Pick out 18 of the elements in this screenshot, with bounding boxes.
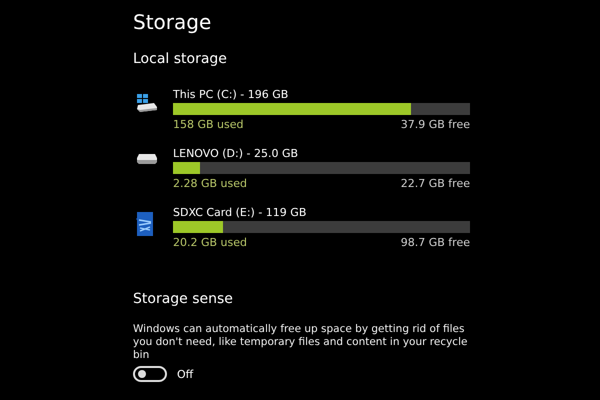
drive-name[interactable]: SDXC Card (E:) - 119 GB — [173, 206, 306, 220]
page-title: Storage — [133, 9, 212, 36]
section-heading: Local storage — [133, 50, 228, 69]
description-text: Windows can automatically free up space by getting rid of files you don't need, like temporary files and content in your recycle bin — [133, 323, 468, 362]
sd-card-icon[interactable] — [136, 212, 154, 236]
used-space: 2.28 GB used — [173, 176, 248, 192]
used-space: 20.2 GB used — [173, 235, 248, 251]
drive-icon[interactable] — [136, 153, 158, 165]
free-space: 22.7 GB free — [400, 176, 470, 192]
free-space: 37.9 GB free — [400, 117, 470, 133]
drive-name[interactable]: LENOVO (D:) - 25.0 GB — [173, 147, 298, 161]
used-space: 158 GB used — [173, 117, 244, 133]
section-heading: Storage sense — [133, 290, 234, 309]
toggle-switch[interactable] — [133, 366, 167, 382]
toggle-label: Off — [177, 368, 194, 380]
free-space: 98.7 GB free — [400, 235, 470, 251]
drive-name[interactable]: This PC (C:) - 196 GB — [173, 88, 288, 102]
drive-icon[interactable] — [136, 94, 158, 112]
